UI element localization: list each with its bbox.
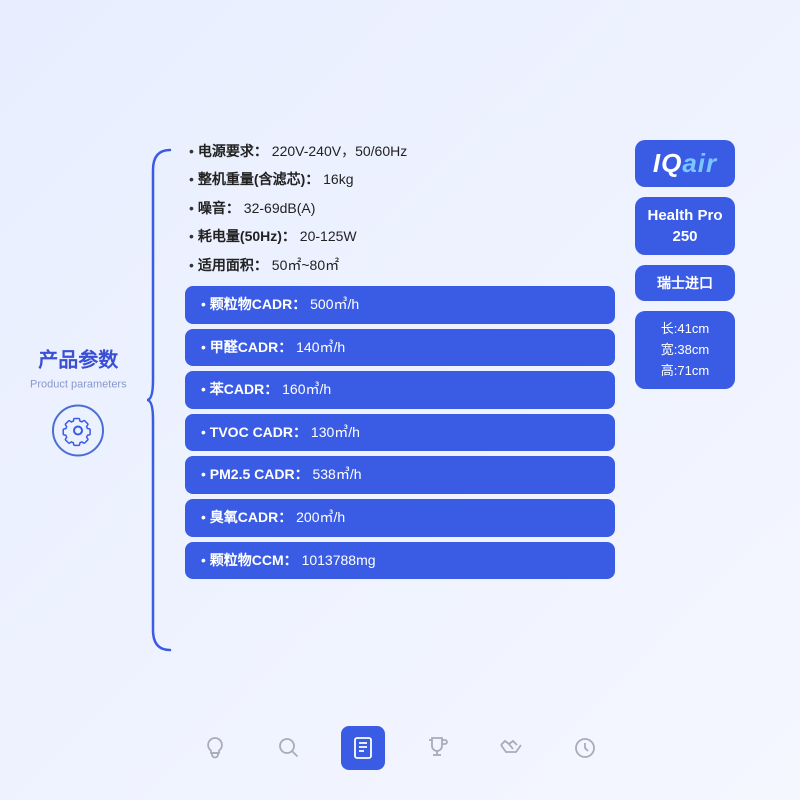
specs-wrapper: •电源要求： 220V-240V，50/60Hz •整机重量(含滤芯)： 16kg…	[145, 140, 615, 660]
plain-spec-item: •适用面积： 50㎡~80㎡	[189, 254, 615, 276]
search-icon[interactable]	[267, 726, 311, 770]
dim-height: 高:71cm	[647, 361, 723, 382]
left-label-section: 产品参数 Product parameters	[30, 344, 127, 457]
highlight-spec-item: • 甲醛CADR： 140㎥/h	[185, 329, 615, 367]
plain-spec-item: •整机重量(含滤芯)： 16kg	[189, 168, 615, 190]
plain-specs: •电源要求： 220V-240V，50/60Hz •整机重量(含滤芯)： 16kg…	[185, 140, 615, 276]
document-icon[interactable]	[341, 726, 385, 770]
highlight-spec-item: • PM2.5 CADR： 538㎥/h	[185, 456, 615, 494]
highlight-spec-item: • 颗粒物CCM： 1013788mg	[185, 542, 615, 580]
handshake-icon[interactable]	[489, 726, 533, 770]
label-en: Product parameters	[30, 379, 127, 391]
brand-box: IQair	[635, 140, 735, 187]
bottom-nav	[193, 726, 607, 770]
origin-box: 瑞士进口	[635, 265, 735, 301]
brand-name: IQair	[653, 148, 717, 178]
dimensions-box: 长:41cm 宽:38cm 高:71cm	[635, 311, 735, 389]
origin-text: 瑞士进口	[657, 275, 713, 291]
plain-spec-item: •耗电量(50Hz)： 20-125W	[189, 225, 615, 247]
plain-spec-item: •噪音： 32-69dB(A)	[189, 197, 615, 219]
gear-icon	[52, 405, 104, 457]
dim-length: 长:41cm	[647, 319, 723, 340]
highlight-spec-item: • TVOC CADR： 130㎥/h	[185, 414, 615, 452]
trophy-icon[interactable]	[415, 726, 459, 770]
highlight-spec-item: • 臭氧CADR： 200㎥/h	[185, 499, 615, 537]
model-box: Health Pro 250	[635, 197, 735, 255]
plain-spec-item: •电源要求： 220V-240V，50/60Hz	[189, 140, 615, 162]
highlight-spec-item: • 颗粒物CADR： 500㎥/h	[185, 286, 615, 324]
main-container: 产品参数 Product parameters •电源要求： 220V-240V…	[0, 0, 800, 800]
highlight-specs: • 颗粒物CADR： 500㎥/h • 甲醛CADR： 140㎥/h • 苯CADR…	[185, 286, 615, 579]
content-area: •电源要求： 220V-240V，50/60Hz •整机重量(含滤芯)： 16kg…	[145, 140, 735, 660]
label-cn: 产品参数	[38, 344, 118, 373]
dim-width: 宽:38cm	[647, 340, 723, 361]
lightbulb-icon[interactable]	[193, 726, 237, 770]
clock-icon[interactable]	[563, 726, 607, 770]
specs-panel: •电源要求： 220V-240V，50/60Hz •整机重量(含滤芯)： 16kg…	[185, 140, 615, 660]
model-name: Health Pro 250	[647, 207, 722, 245]
highlight-spec-item: • 苯CADR： 160㎥/h	[185, 371, 615, 409]
bracket-icon	[145, 140, 175, 660]
right-panel: IQair Health Pro 250 瑞士进口 长:41cm 宽:38cm …	[635, 140, 735, 389]
